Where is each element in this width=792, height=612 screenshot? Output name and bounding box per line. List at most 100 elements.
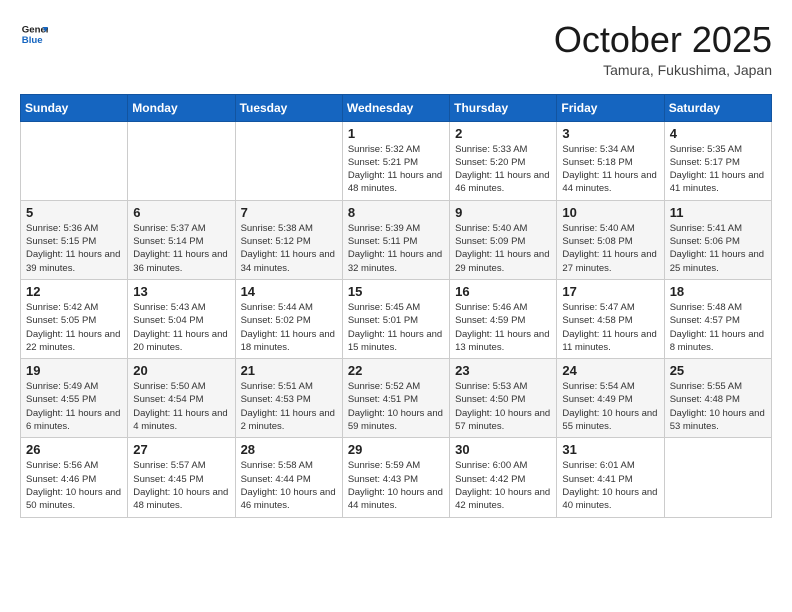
calendar-cell: 27 Sunrise: 5:57 AM Sunset: 4:45 PM Dayli… [128, 438, 235, 517]
calendar-cell: 5 Sunrise: 5:36 AM Sunset: 5:15 PM Daylig… [21, 200, 128, 279]
calendar-cell [128, 121, 235, 200]
day-number: 23 [455, 363, 551, 378]
day-number: 31 [562, 442, 658, 457]
day-info: Sunrise: 6:01 AM Sunset: 4:41 PM Dayligh… [562, 459, 658, 512]
day-number: 27 [133, 442, 229, 457]
day-number: 16 [455, 284, 551, 299]
day-number: 8 [348, 205, 444, 220]
weekday-header-monday: Monday [128, 94, 235, 121]
week-row-2: 5 Sunrise: 5:36 AM Sunset: 5:15 PM Daylig… [21, 200, 772, 279]
day-number: 2 [455, 126, 551, 141]
weekday-header-saturday: Saturday [664, 94, 771, 121]
day-info: Sunrise: 5:34 AM Sunset: 5:18 PM Dayligh… [562, 143, 658, 196]
day-number: 21 [241, 363, 337, 378]
day-info: Sunrise: 5:55 AM Sunset: 4:48 PM Dayligh… [670, 380, 766, 433]
day-info: Sunrise: 5:41 AM Sunset: 5:06 PM Dayligh… [670, 222, 766, 275]
calendar-cell [21, 121, 128, 200]
day-number: 12 [26, 284, 122, 299]
calendar-cell: 4 Sunrise: 5:35 AM Sunset: 5:17 PM Daylig… [664, 121, 771, 200]
calendar-cell: 25 Sunrise: 5:55 AM Sunset: 4:48 PM Dayli… [664, 359, 771, 438]
calendar-cell: 7 Sunrise: 5:38 AM Sunset: 5:12 PM Daylig… [235, 200, 342, 279]
calendar-cell: 19 Sunrise: 5:49 AM Sunset: 4:55 PM Dayli… [21, 359, 128, 438]
day-info: Sunrise: 5:49 AM Sunset: 4:55 PM Dayligh… [26, 380, 122, 433]
svg-text:General: General [22, 24, 48, 35]
day-info: Sunrise: 5:57 AM Sunset: 4:45 PM Dayligh… [133, 459, 229, 512]
weekday-header-wednesday: Wednesday [342, 94, 449, 121]
day-info: Sunrise: 5:52 AM Sunset: 4:51 PM Dayligh… [348, 380, 444, 433]
calendar-cell: 2 Sunrise: 5:33 AM Sunset: 5:20 PM Daylig… [450, 121, 557, 200]
calendar-cell: 11 Sunrise: 5:41 AM Sunset: 5:06 PM Dayli… [664, 200, 771, 279]
svg-text:Blue: Blue [22, 35, 43, 46]
day-info: Sunrise: 5:36 AM Sunset: 5:15 PM Dayligh… [26, 222, 122, 275]
calendar-cell: 12 Sunrise: 5:42 AM Sunset: 5:05 PM Dayli… [21, 279, 128, 358]
header-area: General Blue October 2025 Tamura, Fukush… [20, 20, 772, 78]
week-row-5: 26Sunrise: 5:56 AM Sunset: 4:46 PM Dayli… [21, 438, 772, 517]
day-number: 7 [241, 205, 337, 220]
logo: General Blue [20, 20, 48, 48]
day-number: 29 [348, 442, 444, 457]
calendar-cell: 21 Sunrise: 5:51 AM Sunset: 4:53 PM Dayli… [235, 359, 342, 438]
weekday-header-friday: Friday [557, 94, 664, 121]
calendar-cell: 9Sunrise: 5:40 AM Sunset: 5:09 PM Daylig… [450, 200, 557, 279]
calendar-cell: 29 Sunrise: 5:59 AM Sunset: 4:43 PM Dayli… [342, 438, 449, 517]
title-area: October 2025 Tamura, Fukushima, Japan [554, 20, 772, 78]
weekday-header-sunday: Sunday [21, 94, 128, 121]
day-number: 19 [26, 363, 122, 378]
day-number: 13 [133, 284, 229, 299]
day-info: Sunrise: 5:39 AM Sunset: 5:11 PM Dayligh… [348, 222, 444, 275]
day-info: Sunrise: 5:35 AM Sunset: 5:17 PM Dayligh… [670, 143, 766, 196]
day-number: 18 [670, 284, 766, 299]
calendar-cell: 22 Sunrise: 5:52 AM Sunset: 4:51 PM Dayli… [342, 359, 449, 438]
month-title: October 2025 [554, 20, 772, 60]
calendar-cell: 16 Sunrise: 5:46 AM Sunset: 4:59 PM Dayli… [450, 279, 557, 358]
calendar-cell: 15Sunrise: 5:45 AM Sunset: 5:01 PM Dayli… [342, 279, 449, 358]
day-number: 3 [562, 126, 658, 141]
calendar-cell: 8 Sunrise: 5:39 AM Sunset: 5:11 PM Daylig… [342, 200, 449, 279]
day-info: Sunrise: 5:42 AM Sunset: 5:05 PM Dayligh… [26, 301, 122, 354]
week-row-1: 1 Sunrise: 5:32 AM Sunset: 5:21 PM Daylig… [21, 121, 772, 200]
day-number: 20 [133, 363, 229, 378]
location: Tamura, Fukushima, Japan [554, 62, 772, 78]
calendar-cell: 1 Sunrise: 5:32 AM Sunset: 5:21 PM Daylig… [342, 121, 449, 200]
calendar-cell: 31 Sunrise: 6:01 AM Sunset: 4:41 PM Dayli… [557, 438, 664, 517]
calendar-cell: 28Sunrise: 5:58 AM Sunset: 4:44 PM Dayli… [235, 438, 342, 517]
day-info: Sunrise: 5:45 AM Sunset: 5:01 PM Dayligh… [348, 301, 444, 354]
calendar-cell: 18Sunrise: 5:48 AM Sunset: 4:57 PM Dayli… [664, 279, 771, 358]
day-info: Sunrise: 5:46 AM Sunset: 4:59 PM Dayligh… [455, 301, 551, 354]
calendar-cell: 6Sunrise: 5:37 AM Sunset: 5:14 PM Daylig… [128, 200, 235, 279]
day-number: 25 [670, 363, 766, 378]
day-number: 26 [26, 442, 122, 457]
day-number: 4 [670, 126, 766, 141]
day-info: Sunrise: 5:58 AM Sunset: 4:44 PM Dayligh… [241, 459, 337, 512]
calendar-cell: 26Sunrise: 5:56 AM Sunset: 4:46 PM Dayli… [21, 438, 128, 517]
day-number: 14 [241, 284, 337, 299]
weekday-header-tuesday: Tuesday [235, 94, 342, 121]
calendar-cell [235, 121, 342, 200]
day-number: 10 [562, 205, 658, 220]
day-info: Sunrise: 5:40 AM Sunset: 5:08 PM Dayligh… [562, 222, 658, 275]
day-number: 17 [562, 284, 658, 299]
calendar-cell: 10 Sunrise: 5:40 AM Sunset: 5:08 PM Dayli… [557, 200, 664, 279]
day-number: 5 [26, 205, 122, 220]
calendar-cell: 24Sunrise: 5:54 AM Sunset: 4:49 PM Dayli… [557, 359, 664, 438]
calendar-cell: 13Sunrise: 5:43 AM Sunset: 5:04 PM Dayli… [128, 279, 235, 358]
day-info: Sunrise: 5:33 AM Sunset: 5:20 PM Dayligh… [455, 143, 551, 196]
day-info: Sunrise: 5:59 AM Sunset: 4:43 PM Dayligh… [348, 459, 444, 512]
calendar-cell: 20Sunrise: 5:50 AM Sunset: 4:54 PM Dayli… [128, 359, 235, 438]
calendar-cell [664, 438, 771, 517]
weekday-header-thursday: Thursday [450, 94, 557, 121]
calendar-table: SundayMondayTuesdayWednesdayThursdayFrid… [20, 94, 772, 518]
day-number: 22 [348, 363, 444, 378]
day-info: Sunrise: 5:40 AM Sunset: 5:09 PM Dayligh… [455, 222, 551, 275]
calendar-cell: 30Sunrise: 6:00 AM Sunset: 4:42 PM Dayli… [450, 438, 557, 517]
day-number: 1 [348, 126, 444, 141]
calendar-cell: 3 Sunrise: 5:34 AM Sunset: 5:18 PM Daylig… [557, 121, 664, 200]
day-info: Sunrise: 5:32 AM Sunset: 5:21 PM Dayligh… [348, 143, 444, 196]
calendar-cell: 23 Sunrise: 5:53 AM Sunset: 4:50 PM Dayli… [450, 359, 557, 438]
week-row-3: 12 Sunrise: 5:42 AM Sunset: 5:05 PM Dayli… [21, 279, 772, 358]
day-info: Sunrise: 5:37 AM Sunset: 5:14 PM Dayligh… [133, 222, 229, 275]
day-info: Sunrise: 5:53 AM Sunset: 4:50 PM Dayligh… [455, 380, 551, 433]
day-number: 11 [670, 205, 766, 220]
day-info: Sunrise: 5:38 AM Sunset: 5:12 PM Dayligh… [241, 222, 337, 275]
day-info: Sunrise: 5:51 AM Sunset: 4:53 PM Dayligh… [241, 380, 337, 433]
